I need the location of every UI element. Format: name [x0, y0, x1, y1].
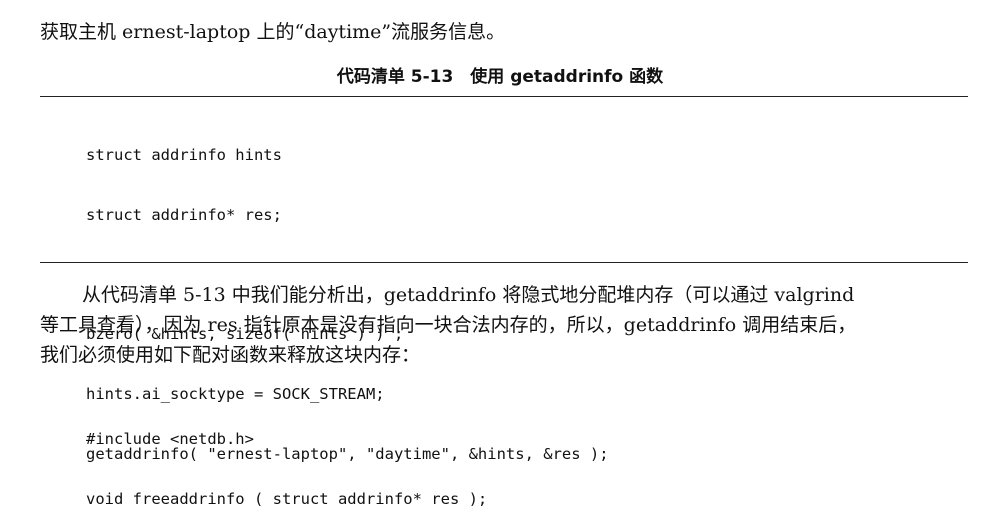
code-line: #include <netdb.h>: [86, 430, 254, 448]
paragraph-line: 我们必须使用如下配对函数来释放这块内存：: [40, 344, 421, 366]
code-line: void freeaddrinfo ( struct addrinfo* res…: [86, 490, 488, 508]
code-line: struct addrinfo* res;: [86, 206, 282, 224]
paragraph-line: 从代码清单 5-13 中我们能分析出，getaddrinfo 将隐式地分配堆内存…: [82, 284, 855, 306]
code-line: struct addrinfo hints: [86, 146, 282, 164]
listing-bottom-rule: [40, 262, 968, 263]
listing-top-rule: [40, 96, 968, 97]
paragraph-line: 等工具查看），因为 res 指针原本是没有指向一块合法内存的，所以，getadd…: [40, 314, 857, 336]
intro-sentence: 获取主机 ernest-laptop 上的“daytime”流服务信息。: [40, 21, 506, 43]
listing-caption: 代码清单 5-13 使用 getaddrinfo 函数: [336, 67, 664, 87]
body-paragraph: 从代码清单 5-13 中我们能分析出，getaddrinfo 将隐式地分配堆内存…: [40, 280, 968, 370]
freeaddrinfo-declaration: #include <netdb.h> void freeaddrinfo ( s…: [86, 391, 487, 529]
